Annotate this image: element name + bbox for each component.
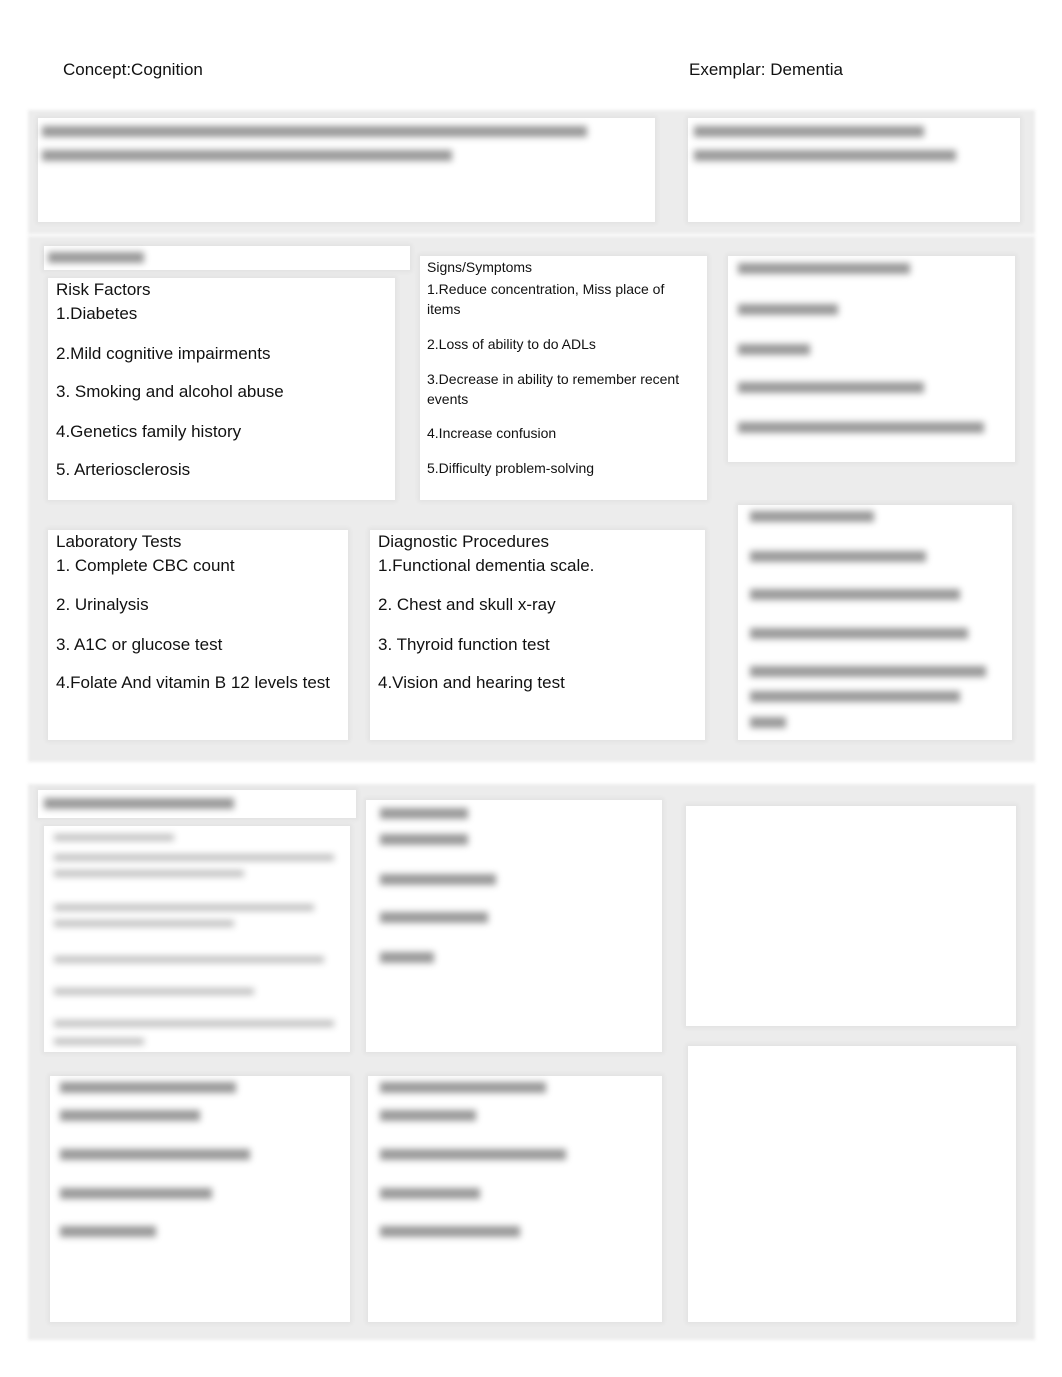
therapeutic-procedures-box <box>50 1076 350 1322</box>
risk-factor-item: 4.Genetics family history <box>56 422 242 441</box>
symptom-item: 3.Decrease in ability to remember recent… <box>427 371 680 407</box>
safety-box <box>738 505 1012 740</box>
assessment-header <box>44 246 410 270</box>
psychosocial-box <box>728 256 1015 462</box>
nursing-care-box <box>44 826 350 1052</box>
empty-box-bottom <box>688 1046 1016 1322</box>
care-header <box>38 790 356 818</box>
diagnostic-procedures-box: Diagnostic Procedures 1.Functional demen… <box>370 530 705 740</box>
symptom-item: 4.Increase confusion <box>427 425 557 441</box>
symptom-item: 1.Reduce concentration, Miss place of it… <box>427 281 665 317</box>
exemplar-label: Exemplar: Dementia <box>689 60 844 79</box>
risk-factors-box: Risk Factors 1.Diabetes 2.Mild cognitive… <box>48 278 395 500</box>
risk-factor-item: 1.Diabetes <box>56 304 138 323</box>
symptom-item: 2.Loss of ability to do ADLs <box>427 336 596 352</box>
risk-factor-item: 3. Smoking and alcohol abuse <box>56 382 284 401</box>
lab-test-item: 4.Folate And vitamin B 12 levels test <box>56 673 331 692</box>
diagnostic-title: Diagnostic Procedures <box>378 532 550 551</box>
lab-test-item: 2. Urinalysis <box>56 595 149 614</box>
medications-box <box>366 800 662 1052</box>
lab-test-item: 3. A1C or glucose test <box>56 635 223 654</box>
risk-factor-item: 5. Arteriosclerosis <box>56 460 191 479</box>
related-concepts-box <box>688 118 1020 222</box>
pathophysiology-box <box>38 118 655 222</box>
laboratory-tests-box: Laboratory Tests 1. Complete CBC count 2… <box>48 530 348 740</box>
symptom-item: 5.Difficulty problem-solving <box>427 460 595 476</box>
diagnostic-item: 2. Chest and skull x-ray <box>378 595 556 614</box>
diagnostic-item: 1.Functional dementia scale. <box>378 556 595 575</box>
concept-label: Concept:Cognition <box>63 60 203 79</box>
lab-tests-title: Laboratory Tests <box>56 532 182 551</box>
risk-factor-item: 2.Mild cognitive impairments <box>56 344 271 363</box>
diagnostic-item: 3. Thyroid function test <box>378 635 550 654</box>
empty-box-top <box>686 806 1016 1026</box>
signs-symptoms-box: Signs/Symptoms 1.Reduce concentration, M… <box>420 256 707 500</box>
diagnostic-item: 4.Vision and hearing test <box>378 673 565 692</box>
risk-factors-title: Risk Factors <box>56 280 151 299</box>
concept-map-document: Concept:Cognition Exemplar: Dementia Ris… <box>0 0 1062 1377</box>
interprofessional-care-box <box>368 1076 662 1322</box>
lab-test-item: 1. Complete CBC count <box>56 556 235 575</box>
signs-symptoms-title: Signs/Symptoms <box>427 259 533 275</box>
